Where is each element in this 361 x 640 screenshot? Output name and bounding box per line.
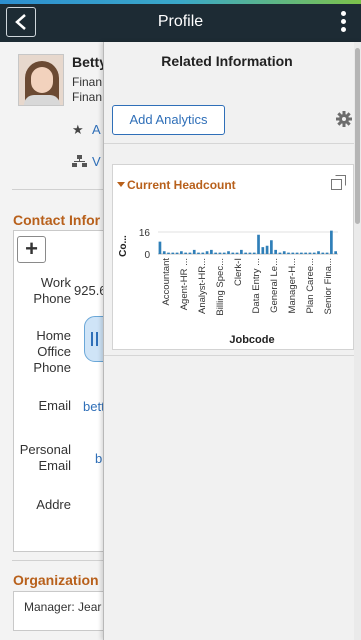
star-icon[interactable]: ★ <box>72 122 84 138</box>
collapse-icon[interactable] <box>117 182 125 187</box>
gear-icon[interactable] <box>336 111 352 127</box>
profile-photo <box>18 54 64 106</box>
chart-bar <box>248 252 252 255</box>
chart-bar <box>312 252 316 255</box>
x-axis-label: Jobcode <box>229 334 274 346</box>
chart-bar <box>235 252 239 255</box>
x-tick-label: Agent-HR ... <box>179 258 190 310</box>
favorite-link[interactable]: A <box>92 122 101 137</box>
chart-bar <box>162 251 166 254</box>
chart-bar <box>334 251 337 254</box>
chart-bar <box>308 252 312 255</box>
chart-bar <box>188 252 192 255</box>
chart-bar <box>270 240 273 254</box>
chart-bar <box>158 241 162 255</box>
divider <box>12 560 104 561</box>
y-tick-label: 0 <box>144 250 150 261</box>
panel-divider <box>104 355 354 356</box>
chart-bar <box>330 230 333 255</box>
chart-bar <box>222 252 226 255</box>
header-bar: Profile <box>0 0 361 42</box>
plus-icon: + <box>25 236 38 261</box>
chart-bar <box>171 252 175 255</box>
chart-bar <box>265 245 269 254</box>
email-label: Email <box>38 398 71 413</box>
chart-bar <box>175 252 179 255</box>
chart-bar <box>257 234 260 254</box>
address-label: Addre <box>36 497 71 512</box>
chart-bar <box>287 252 290 255</box>
chart-bar <box>304 252 307 255</box>
chart-bar <box>205 251 209 254</box>
chart-bar <box>261 247 265 255</box>
work-phone-value[interactable]: 925.6 <box>74 283 107 298</box>
chart-bar <box>201 252 205 255</box>
panel-title: Related Information <box>161 53 293 69</box>
kebab-menu-icon[interactable] <box>341 11 347 33</box>
personal-email-label: Personal Email <box>19 442 71 473</box>
view-link[interactable]: V <box>92 154 101 169</box>
y-axis-label: Co... <box>118 235 129 257</box>
chart-bar <box>278 252 282 255</box>
chart-bar <box>231 252 235 255</box>
chart-bar <box>282 251 286 254</box>
chart-bar <box>317 251 320 254</box>
add-analytics-button[interactable]: Add Analytics <box>112 105 225 135</box>
personal-email-value[interactable]: b <box>95 451 102 466</box>
divider <box>12 189 104 190</box>
scrollbar-thumb[interactable] <box>355 48 360 224</box>
chart-bar <box>192 249 196 255</box>
chart-bar <box>244 252 247 255</box>
profile-title-1: Finan <box>72 75 103 89</box>
panel-divider <box>104 143 354 144</box>
x-tick-label: Billing Spec... <box>215 258 226 316</box>
chart-bar <box>321 252 325 255</box>
chart-bar <box>197 252 200 255</box>
expand-icon[interactable] <box>331 175 346 190</box>
page-title: Profile <box>157 13 204 30</box>
related-information-panel: Related Information Add Analytics Curren… <box>103 42 361 640</box>
chart-bar <box>240 249 243 255</box>
x-tick-label: Accountant <box>161 258 172 306</box>
x-tick-label: Plan Caree... <box>305 258 316 313</box>
chart-bar <box>210 249 213 255</box>
organization-section-title: Organization <box>13 572 99 588</box>
chart-bar <box>291 252 295 255</box>
chart-bar <box>184 252 187 255</box>
x-tick-label: Clerk-I <box>233 258 244 286</box>
add-contact-button[interactable]: + <box>17 236 46 263</box>
org-chart-icon[interactable] <box>72 155 87 168</box>
chart-bar <box>274 249 277 255</box>
email-value[interactable]: bett <box>83 399 105 414</box>
x-tick-label: Senior Fina... <box>323 258 334 315</box>
profile-title-2: Finan <box>72 90 103 104</box>
x-tick-label: General Le... <box>269 258 280 313</box>
manager-text: Manager: Jear <box>24 600 102 614</box>
chart-bar <box>214 252 217 255</box>
chart-bar <box>300 252 303 255</box>
chart-bar <box>180 251 183 254</box>
x-tick-label: Manager-H... <box>287 258 298 313</box>
chart-bar <box>167 252 170 255</box>
chart-bar <box>295 252 299 255</box>
contact-section-title: Contact Infor <box>13 212 101 228</box>
chart-bar <box>325 252 329 255</box>
profile-name: Betty <box>72 54 108 70</box>
chart-bar <box>227 251 230 254</box>
home-phone-label: Home Office Phone <box>33 328 71 375</box>
headcount-chart: 16 0 Co... Accountant Agent-HR ... Analyst-HR… <box>118 228 338 346</box>
card-title[interactable]: Current Headcount <box>127 178 236 192</box>
x-tick-label: Data Entry ... <box>251 258 262 313</box>
chart-bar <box>218 252 222 255</box>
chart-bar <box>252 252 256 255</box>
x-tick-label: Analyst-HR... <box>197 258 208 314</box>
work-phone-label: Work Phone <box>33 275 71 306</box>
y-tick-label: 16 <box>139 228 151 239</box>
